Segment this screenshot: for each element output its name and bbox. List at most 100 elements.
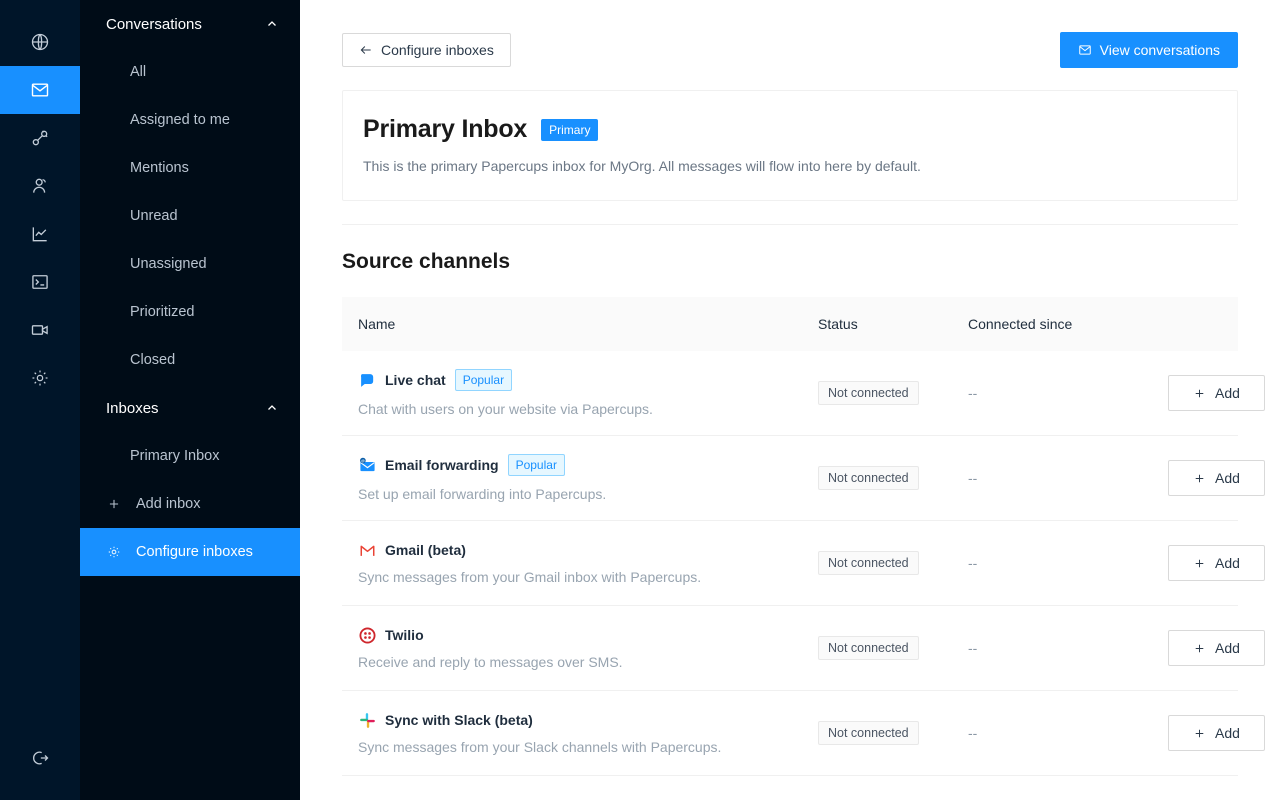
sidebar-item-all[interactable]: All <box>80 48 300 96</box>
channel-name: Email forwarding <box>385 457 499 473</box>
sidebar-section-inboxes[interactable]: Inboxes <box>80 384 300 432</box>
rail-item-settings[interactable] <box>0 354 80 402</box>
sidebar-section-conversations[interactable]: Conversations <box>80 0 300 48</box>
add-button-label: Add <box>1215 640 1240 656</box>
rail-item-sessions[interactable] <box>0 306 80 354</box>
sidebar-item-closed[interactable]: Closed <box>80 336 300 384</box>
channel-name-cell: Sync with Slack (beta) Sync messages fro… <box>342 711 802 755</box>
sidebar-item-label: Closed <box>130 352 175 368</box>
gmail-icon <box>358 541 376 559</box>
sidebar-item-mentions[interactable]: Mentions <box>80 144 300 192</box>
rail-item-conversations[interactable] <box>0 66 80 114</box>
channel-connected-since-cell: -- <box>952 385 1152 401</box>
channel-name-row: Twilio <box>358 626 786 644</box>
sidebar-item-assigned-to-me[interactable]: Assigned to me <box>80 96 300 144</box>
sidebar-item-label: Assigned to me <box>130 112 230 128</box>
add-channel-button[interactable]: Add <box>1168 630 1265 666</box>
add-channel-button[interactable]: Add <box>1168 375 1265 411</box>
primary-icon-rail <box>0 0 80 800</box>
back-to-configure-inboxes-button[interactable]: Configure inboxes <box>342 33 511 67</box>
source-channels-table: Name Status Connected since Live chat Po… <box>342 297 1238 776</box>
globe-icon <box>30 32 50 52</box>
sidebar-item-unread[interactable]: Unread <box>80 192 300 240</box>
sidebar-item-unassigned[interactable]: Unassigned <box>80 240 300 288</box>
channel-status-cell: Not connected <box>802 551 952 575</box>
users-icon <box>30 176 50 196</box>
logout-icon <box>30 748 50 768</box>
inbox-description: This is the primary Papercups inbox for … <box>363 158 1217 174</box>
channel-description: Sync messages from your Slack channels w… <box>358 739 786 755</box>
page-title: Primary Inbox <box>363 115 527 144</box>
sidebar-section-inboxes-label: Inboxes <box>106 400 159 417</box>
channel-name: Gmail (beta) <box>385 542 466 558</box>
chevron-up-icon[interactable] <box>266 18 278 30</box>
add-channel-button[interactable]: Add <box>1168 545 1265 581</box>
add-channel-button[interactable]: Add <box>1168 460 1265 496</box>
sidebar-item-configure-inboxes[interactable]: Configure inboxes <box>80 528 300 576</box>
chevron-up-icon[interactable] <box>266 402 278 414</box>
channel-name-cell: @ Email forwarding Popular Set up email … <box>342 454 802 502</box>
rail-item-explore[interactable] <box>0 18 80 66</box>
add-button-label: Add <box>1215 470 1240 486</box>
plus-icon <box>1193 387 1206 400</box>
inbox-title-row: Primary Inbox Primary <box>363 115 1217 144</box>
sidebar-item-label: Configure inboxes <box>136 544 253 560</box>
add-button-label: Add <box>1215 725 1240 741</box>
channel-name-cell: Gmail (beta) Sync messages from your Gma… <box>342 541 802 585</box>
status-badge: Primary <box>541 119 598 141</box>
add-button-label: Add <box>1215 555 1240 571</box>
api-icon <box>30 128 50 148</box>
sidebar-section-conversations-label: Conversations <box>106 16 202 33</box>
channel-status-cell: Not connected <box>802 466 952 490</box>
channel-connected-since-cell: -- <box>952 640 1152 656</box>
channel-name-row: Live chat Popular <box>358 369 786 391</box>
channel-action-cell: Add <box>1152 375 1280 411</box>
channel-connected-since-cell: -- <box>952 555 1152 571</box>
sidebar-item-label: Primary Inbox <box>130 448 219 464</box>
add-button-label: Add <box>1215 385 1240 401</box>
channel-name-row: Sync with Slack (beta) <box>358 711 786 729</box>
channel-connected-since-cell: -- <box>952 470 1152 486</box>
column-header-connected-since: Connected since <box>952 316 1152 332</box>
live-chat-icon <box>358 371 376 389</box>
secondary-sidebar: Conversations All Assigned to me Mention… <box>80 0 300 800</box>
terminal-icon <box>30 272 50 292</box>
channel-status-cell: Not connected <box>802 381 952 405</box>
chart-icon <box>30 224 50 244</box>
email-forwarding-icon: @ <box>358 456 376 474</box>
app-root: Conversations All Assigned to me Mention… <box>0 0 1280 800</box>
sidebar-item-label: Unassigned <box>130 256 207 272</box>
rail-item-reporting[interactable] <box>0 210 80 258</box>
rail-item-developers[interactable] <box>0 258 80 306</box>
table-row: Sync with Slack (beta) Sync messages fro… <box>342 691 1238 776</box>
add-channel-button[interactable]: Add <box>1168 715 1265 751</box>
sidebar-item-prioritized[interactable]: Prioritized <box>80 288 300 336</box>
column-header-name: Name <box>342 316 802 332</box>
channel-connected-since-cell: -- <box>952 725 1152 741</box>
sidebar-item-primary-inbox[interactable]: Primary Inbox <box>80 432 300 480</box>
view-conversations-button[interactable]: View conversations <box>1060 32 1238 68</box>
table-row: Live chat Popular Chat with users on you… <box>342 351 1238 436</box>
slack-icon <box>358 711 376 729</box>
sidebar-item-label: Mentions <box>130 160 189 176</box>
back-button-label: Configure inboxes <box>381 43 494 57</box>
channel-action-cell: Add <box>1152 715 1280 751</box>
status-badge: Not connected <box>818 636 919 660</box>
sidebar-item-add-inbox[interactable]: Add inbox <box>80 480 300 528</box>
rail-item-logout[interactable] <box>0 734 80 782</box>
column-header-status: Status <box>802 316 952 332</box>
channel-name-row: Gmail (beta) <box>358 541 786 559</box>
svg-text:@: @ <box>360 458 364 463</box>
gear-icon <box>30 368 50 388</box>
channel-action-cell: Add <box>1152 460 1280 496</box>
main-content: Configure inboxes View conversations Pri… <box>300 0 1280 800</box>
view-conversations-label: View conversations <box>1100 43 1220 57</box>
rail-item-customers[interactable] <box>0 162 80 210</box>
rail-item-integrations[interactable] <box>0 114 80 162</box>
sidebar-item-label: All <box>130 64 146 80</box>
channel-status-cell: Not connected <box>802 721 952 745</box>
channel-name-row: @ Email forwarding Popular <box>358 454 786 476</box>
table-header-row: Name Status Connected since <box>342 297 1238 351</box>
arrow-left-icon <box>359 43 373 57</box>
plus-icon <box>106 496 122 512</box>
